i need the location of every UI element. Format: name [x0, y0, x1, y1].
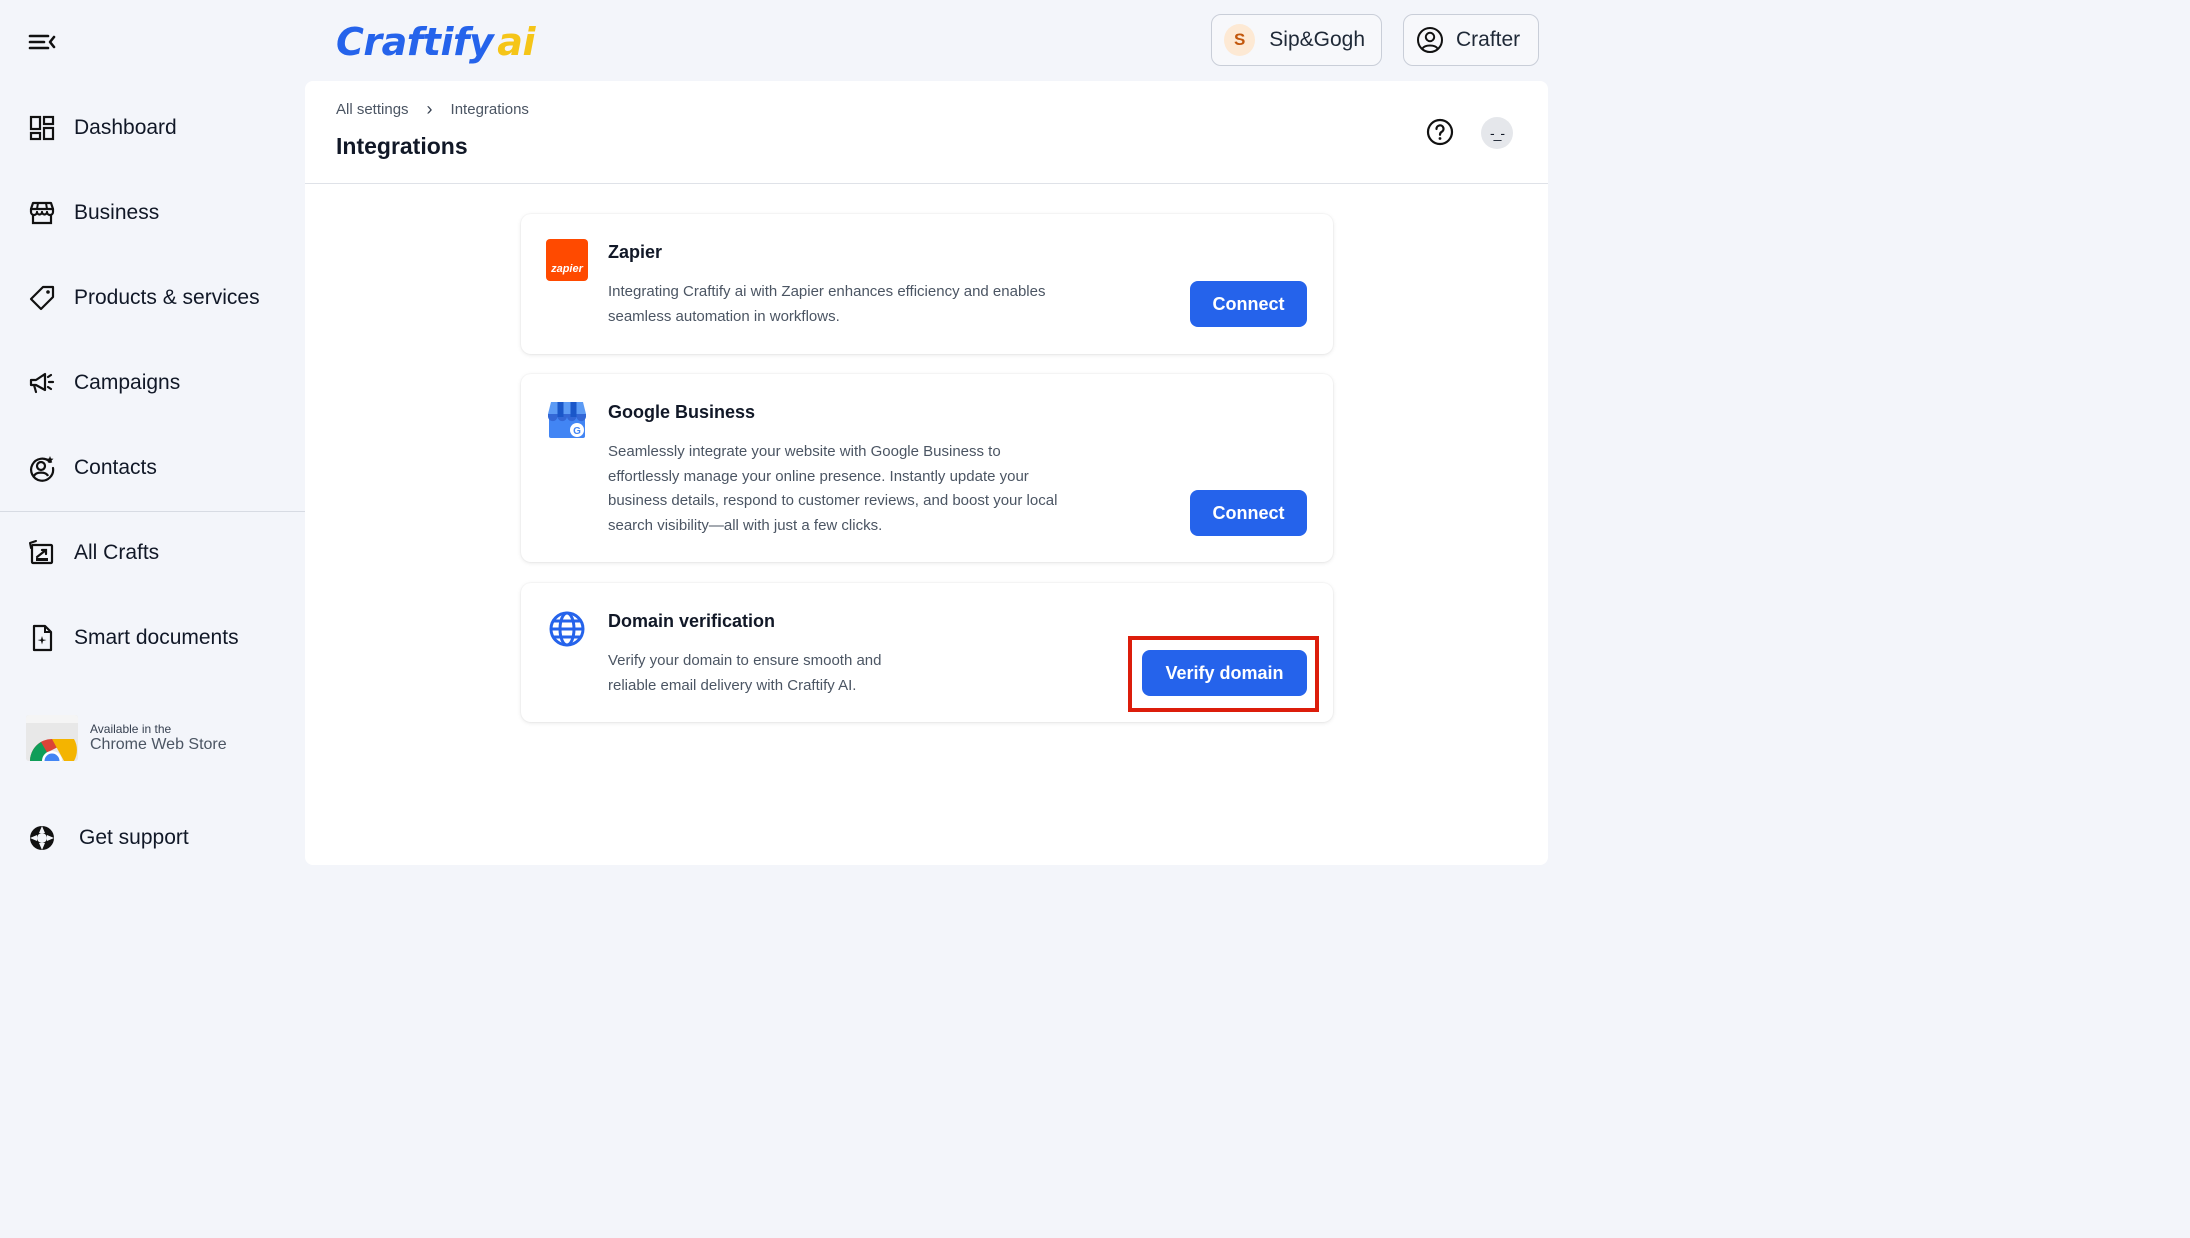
header-divider	[305, 183, 1548, 184]
integration-card-domain-verification: Domain verification Verify your domain t…	[521, 583, 1333, 722]
profile-avatar[interactable]: -_-	[1481, 117, 1513, 149]
integration-card-google-business: G Google Business Seamlessly integrate y…	[521, 374, 1333, 562]
sidebar-item-business[interactable]: Business	[28, 193, 159, 233]
chrome-web-store-badge[interactable]: Available in the Chrome Web Store	[26, 714, 266, 762]
description-line: Integrating Craftify ai with Zapier enha…	[608, 283, 1046, 300]
sidebar-item-all-crafts[interactable]: All Crafts	[28, 533, 159, 573]
google-business-icon: G	[548, 402, 586, 438]
connect-zapier-button[interactable]: Connect	[1190, 281, 1307, 327]
sidebar-item-products-services[interactable]: Products & services	[28, 278, 260, 318]
business-switcher-button[interactable]: S Sip&Gogh	[1211, 14, 1382, 66]
description-line: Seamlessly integrate your website with G…	[608, 443, 1001, 460]
sidebar-item-label: Business	[74, 201, 160, 224]
collapse-sidebar-icon[interactable]	[26, 28, 58, 56]
document-icon	[32, 624, 53, 652]
sidebar-item-dashboard[interactable]: Dashboard	[28, 108, 177, 148]
chrome-store-small-text: Available in the	[90, 722, 172, 736]
sidebar-item-label: Campaigns	[74, 371, 181, 394]
sidebar-item-label: Products & services	[74, 286, 260, 309]
sidebar-divider	[0, 511, 305, 512]
page-title: Integrations	[336, 133, 468, 159]
business-name: Sip&Gogh	[1269, 28, 1365, 51]
logo-main-text: Craftify	[336, 20, 494, 64]
contact-icon	[30, 456, 55, 482]
description-line: business details, respond to customer re…	[608, 492, 1058, 509]
megaphone-icon	[29, 372, 55, 394]
integration-title: Domain verification	[608, 611, 776, 631]
chrome-store-big-text: Chrome Web Store	[90, 736, 227, 753]
crafts-icon	[29, 540, 54, 565]
main-panel: All settings › Integrations Integrations…	[305, 81, 1548, 865]
tag-icon	[29, 285, 55, 311]
description-line: seamless automation in workflows.	[608, 307, 840, 325]
connect-google-business-button[interactable]: Connect	[1190, 490, 1307, 536]
zapier-logo-icon: zapier	[546, 239, 588, 281]
logo-ai-text: ai	[497, 20, 535, 64]
integration-title: Google Business	[608, 402, 756, 422]
description-line: reliable email delivery with Craftify AI…	[608, 676, 857, 694]
breadcrumb-integrations: Integrations	[450, 101, 529, 118]
verify-domain-button[interactable]: Verify domain	[1142, 650, 1307, 696]
integration-description: Verify your domain to ensure smooth and …	[608, 649, 882, 698]
store-icon	[29, 201, 55, 225]
get-support-link[interactable]: Get support	[28, 818, 189, 858]
description-line: effortlessly manage your online presence…	[608, 467, 1029, 485]
integration-card-zapier: zapier Zapier Integrating Craftify ai wi…	[521, 214, 1333, 354]
globe-icon	[549, 611, 585, 647]
description-line: search visibility—all with just a few cl…	[608, 516, 883, 534]
sidebar-item-label: Contacts	[74, 456, 157, 479]
business-avatar: S	[1224, 24, 1256, 56]
lifebuoy-icon	[30, 826, 54, 850]
sidebar-item-campaigns[interactable]: Campaigns	[28, 363, 180, 403]
sidebar-item-smart-documents[interactable]: Smart documents	[28, 618, 239, 658]
integration-description: Seamlessly integrate your website with G…	[608, 440, 1057, 538]
dashboard-icon	[29, 115, 55, 141]
sidebar: Dashboard Business Products & services C…	[0, 80, 305, 886]
chrome-logo-icon	[26, 715, 78, 761]
svg-text:G: G	[573, 426, 581, 437]
sidebar-item-label: Smart documents	[74, 626, 239, 649]
sidebar-item-label: Dashboard	[74, 116, 177, 139]
app-logo[interactable]: Craftify ai	[336, 14, 535, 70]
sidebar-item-contacts[interactable]: Contacts	[28, 448, 157, 488]
breadcrumb-chevron-icon: ›	[426, 99, 433, 119]
breadcrumb-all-settings[interactable]: All settings	[336, 101, 409, 118]
sidebar-item-label: All Crafts	[74, 541, 160, 564]
help-icon[interactable]	[1426, 118, 1454, 146]
user-name: Crafter	[1456, 28, 1521, 51]
integration-description: Integrating Craftify ai with Zapier enha…	[608, 280, 1045, 329]
breadcrumb: All settings › Integrations	[336, 99, 529, 120]
get-support-label: Get support	[79, 826, 189, 849]
user-menu-button[interactable]: Crafter	[1403, 14, 1539, 66]
user-circle-icon	[1417, 27, 1443, 53]
description-line: Verify your domain to ensure smooth and	[608, 652, 882, 669]
integration-title: Zapier	[608, 242, 663, 262]
